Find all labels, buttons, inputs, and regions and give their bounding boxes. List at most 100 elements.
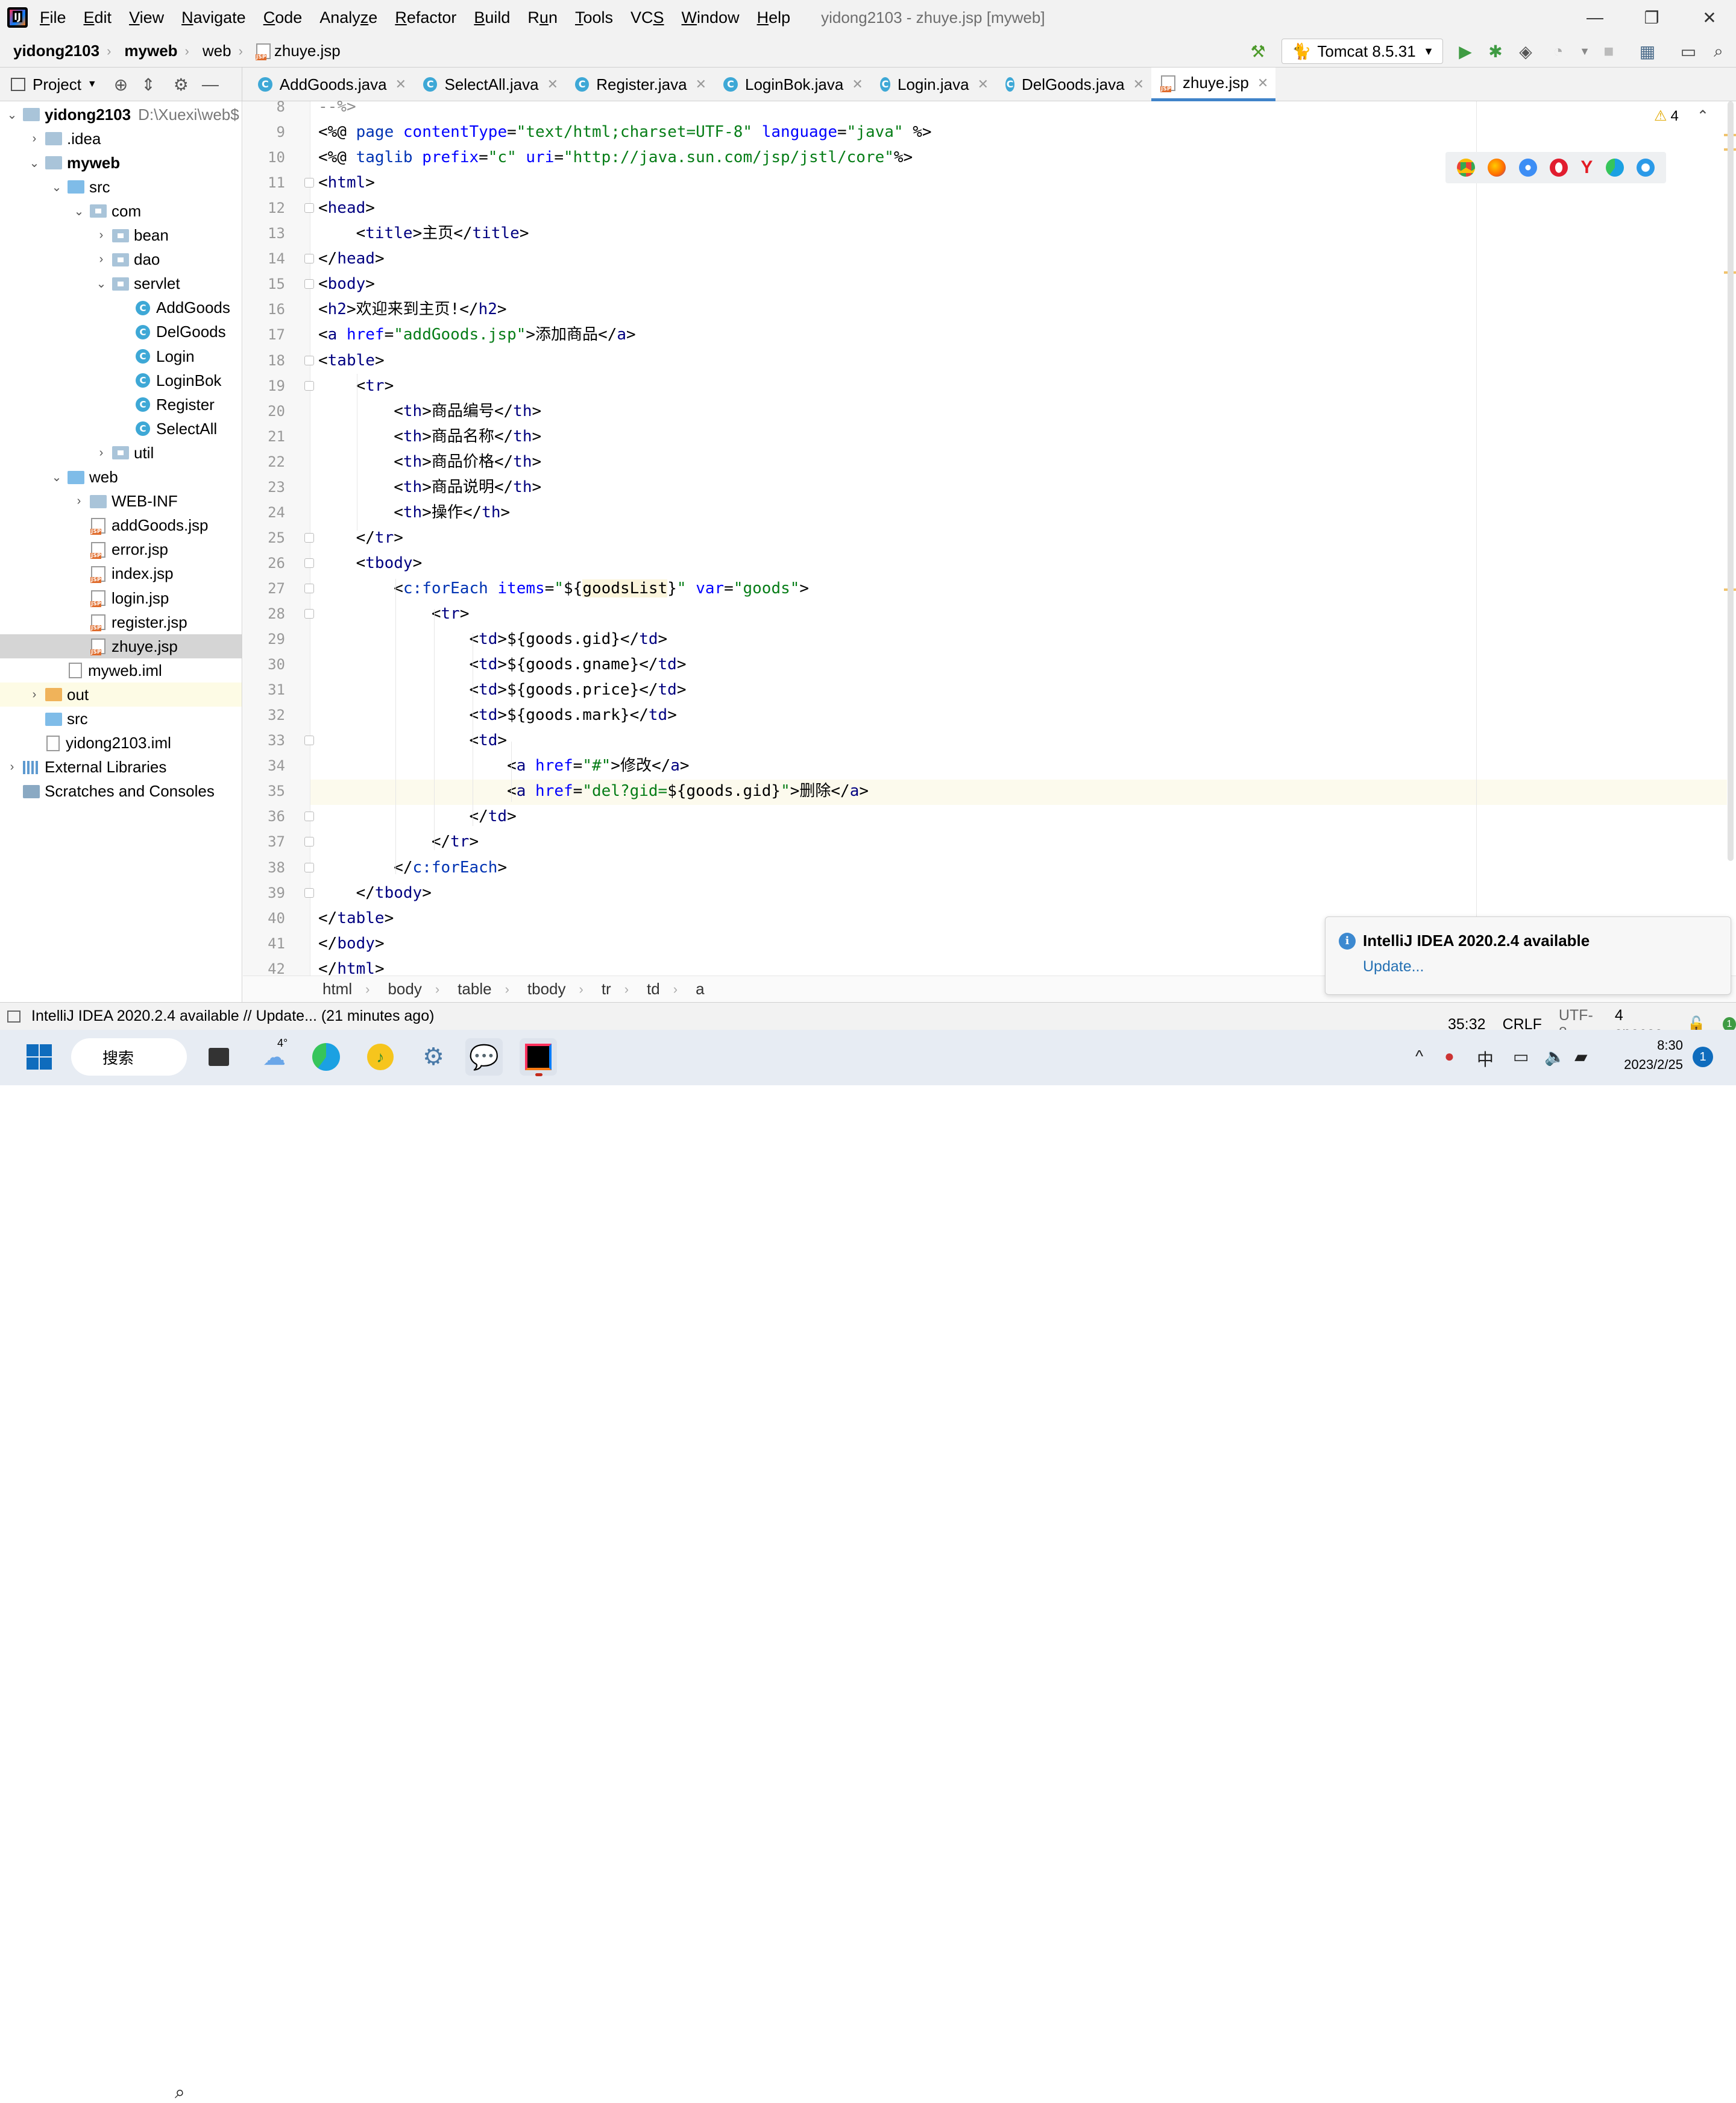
tree-item[interactable]: › out (0, 683, 242, 707)
menu-refactor[interactable]: Refactor (395, 8, 456, 27)
code-line[interactable]: <td> (318, 728, 507, 753)
tree-item[interactable]: src (0, 707, 242, 731)
tree-item[interactable]: error.jsp (0, 538, 242, 562)
close-icon[interactable]: ✕ (1133, 77, 1144, 92)
close-icon[interactable]: ✕ (1257, 75, 1268, 91)
code-line[interactable]: <head> (318, 195, 375, 221)
chevron-down-icon[interactable]: ⌄ (51, 180, 63, 195)
fold-marker-icon[interactable] (304, 812, 314, 822)
code-line[interactable]: <c:forEach items="${goodsList}" var="goo… (318, 576, 809, 601)
code-line[interactable]: </tr> (318, 829, 479, 854)
editor-scrollbar[interactable] (1728, 101, 1734, 861)
update-link[interactable]: Update... (1363, 958, 1424, 976)
tree-item[interactable]: › dao (0, 248, 242, 272)
code-breadcrumb-item[interactable]: tr (602, 980, 611, 998)
chevron-right-icon[interactable]: › (95, 446, 107, 460)
network-icon[interactable]: ▭ (1513, 1047, 1529, 1067)
code-line[interactable]: </tbody> (318, 880, 432, 906)
tree-item[interactable]: › External Libraries (0, 755, 242, 780)
menu-navigate[interactable]: Navigate (181, 8, 246, 27)
profile-icon[interactable]: ◔ (1547, 40, 1570, 63)
breadcrumb-project[interactable]: yidong2103 (13, 42, 99, 60)
code-breadcrumb-item[interactable]: table (458, 980, 491, 998)
menu-view[interactable]: View (129, 8, 164, 27)
breadcrumb-file[interactable]: zhuye.jsp (255, 42, 341, 60)
search-icon[interactable]: ⌕ (1707, 40, 1730, 63)
tree-item[interactable]: addGoods.jsp (0, 514, 242, 538)
tree-item[interactable]: C LoginBok (0, 368, 242, 393)
yandex-icon[interactable]: Y (1580, 157, 1593, 178)
project-view-select[interactable]: Project (33, 75, 81, 94)
menu-tools[interactable]: Tools (575, 8, 613, 27)
code-breadcrumb-item[interactable]: a (696, 980, 704, 998)
fold-marker-icon[interactable] (304, 532, 314, 543)
code-line[interactable]: <tbody> (318, 550, 423, 576)
code-line[interactable]: </c:forEach> (318, 855, 507, 880)
code-line[interactable]: <a href="addGoods.jsp">添加商品</a> (318, 322, 636, 347)
tray-app-icon[interactable]: ● (1444, 1047, 1455, 1066)
menu-help[interactable]: Help (757, 8, 791, 27)
chevron-down-icon[interactable]: ▼ (87, 79, 97, 90)
code-line[interactable]: <td>${goods.price}</td> (318, 677, 686, 702)
warnings-indicator[interactable]: ⚠ 4 ⌃ ⌄ (1654, 107, 1736, 125)
firefox-icon[interactable] (1488, 159, 1506, 177)
notification-badge[interactable]: 1 (1693, 1047, 1713, 1067)
code-breadcrumb-item[interactable]: html (322, 980, 352, 998)
tab-login-java[interactable]: C Login.java ✕ (870, 68, 989, 101)
chevron-up-icon[interactable]: ^ (1415, 1047, 1423, 1066)
code-line[interactable]: <tr> (318, 601, 470, 626)
tree-item[interactable]: › WEB-INF (0, 490, 242, 514)
restore-button[interactable]: ❐ (1634, 5, 1670, 30)
code-line[interactable]: <td>${goods.gid}</td> (318, 626, 667, 652)
taskbar-search[interactable]: ⌕ 搜索 (71, 1038, 187, 2102)
tree-item[interactable]: login.jsp (0, 586, 242, 610)
fold-marker-icon[interactable] (304, 583, 314, 593)
code-line[interactable]: --%> (318, 94, 356, 119)
code-line[interactable]: <table> (318, 348, 385, 373)
intellij-taskbar-button[interactable] (520, 1038, 557, 1076)
code-line[interactable]: <th>商品编号</th> (318, 399, 541, 424)
code-line[interactable]: <td>${goods.mark}</td> (318, 702, 676, 728)
layout-icon[interactable]: ▭ (1677, 40, 1700, 63)
menu-window[interactable]: Window (682, 8, 740, 27)
run-configuration-select[interactable]: 🐈 Tomcat 8.5.31 ▼ (1282, 39, 1443, 64)
intellij-logo-icon[interactable] (7, 7, 28, 28)
opera-icon[interactable] (1549, 159, 1568, 177)
code-line[interactable]: <html> (318, 170, 375, 195)
battery-icon[interactable]: ▰ (1574, 1047, 1588, 1067)
fold-marker-icon[interactable] (304, 862, 314, 872)
fold-marker-icon[interactable] (304, 355, 314, 365)
tree-item[interactable]: ⌄ servlet (0, 272, 242, 296)
edge-taskbar-button[interactable] (307, 1038, 345, 1076)
hide-panel-icon[interactable]: — (202, 75, 219, 94)
fold-marker-icon[interactable] (304, 558, 314, 568)
tree-item[interactable]: register.jsp (0, 610, 242, 634)
code-line[interactable]: <th>操作</th> (318, 500, 510, 525)
tree-item[interactable]: ⌄ web (0, 465, 242, 490)
fold-marker-icon[interactable] (304, 609, 314, 619)
menu-analyze[interactable]: Analyze (319, 8, 377, 27)
tab-selectall-java[interactable]: C SelectAll.java ✕ (414, 68, 558, 101)
code-line[interactable]: <th>商品说明</th> (318, 475, 541, 500)
collapse-all-icon[interactable]: ⇕ (141, 75, 155, 95)
code-line[interactable]: <tr> (318, 373, 394, 399)
tree-item[interactable]: C Login (0, 344, 242, 368)
code-breadcrumb-item[interactable]: td (647, 980, 660, 998)
code-line[interactable]: <title>主页</title> (318, 221, 529, 246)
tree-item[interactable]: Scratches and Consoles (0, 780, 242, 804)
debug-icon[interactable]: ✱ (1484, 40, 1507, 63)
close-icon[interactable]: ✕ (696, 77, 706, 92)
tree-item[interactable]: C AddGoods (0, 296, 242, 320)
fold-marker-icon[interactable] (304, 736, 314, 746)
close-icon[interactable]: ✕ (547, 77, 558, 92)
tab-zhuye-jsp[interactable]: zhuye.jsp ✕ (1151, 68, 1275, 101)
status-message[interactable]: IntelliJ IDEA 2020.2.4 available // Upda… (31, 1007, 434, 1025)
code-line[interactable]: </td> (318, 804, 516, 829)
ime-indicator[interactable]: 中 (1477, 1047, 1494, 1071)
chevron-down-icon[interactable]: ⌄ (6, 107, 18, 122)
chevron-right-icon[interactable]: › (6, 760, 18, 774)
music-app-button[interactable]: ♪ (362, 1038, 399, 1076)
code-breadcrumb-item[interactable]: tbody (527, 980, 566, 998)
code-line[interactable]: <%@ taglib prefix="c" uri="http://java.s… (318, 145, 913, 170)
project-structure-icon[interactable]: ▦ (1636, 40, 1659, 63)
